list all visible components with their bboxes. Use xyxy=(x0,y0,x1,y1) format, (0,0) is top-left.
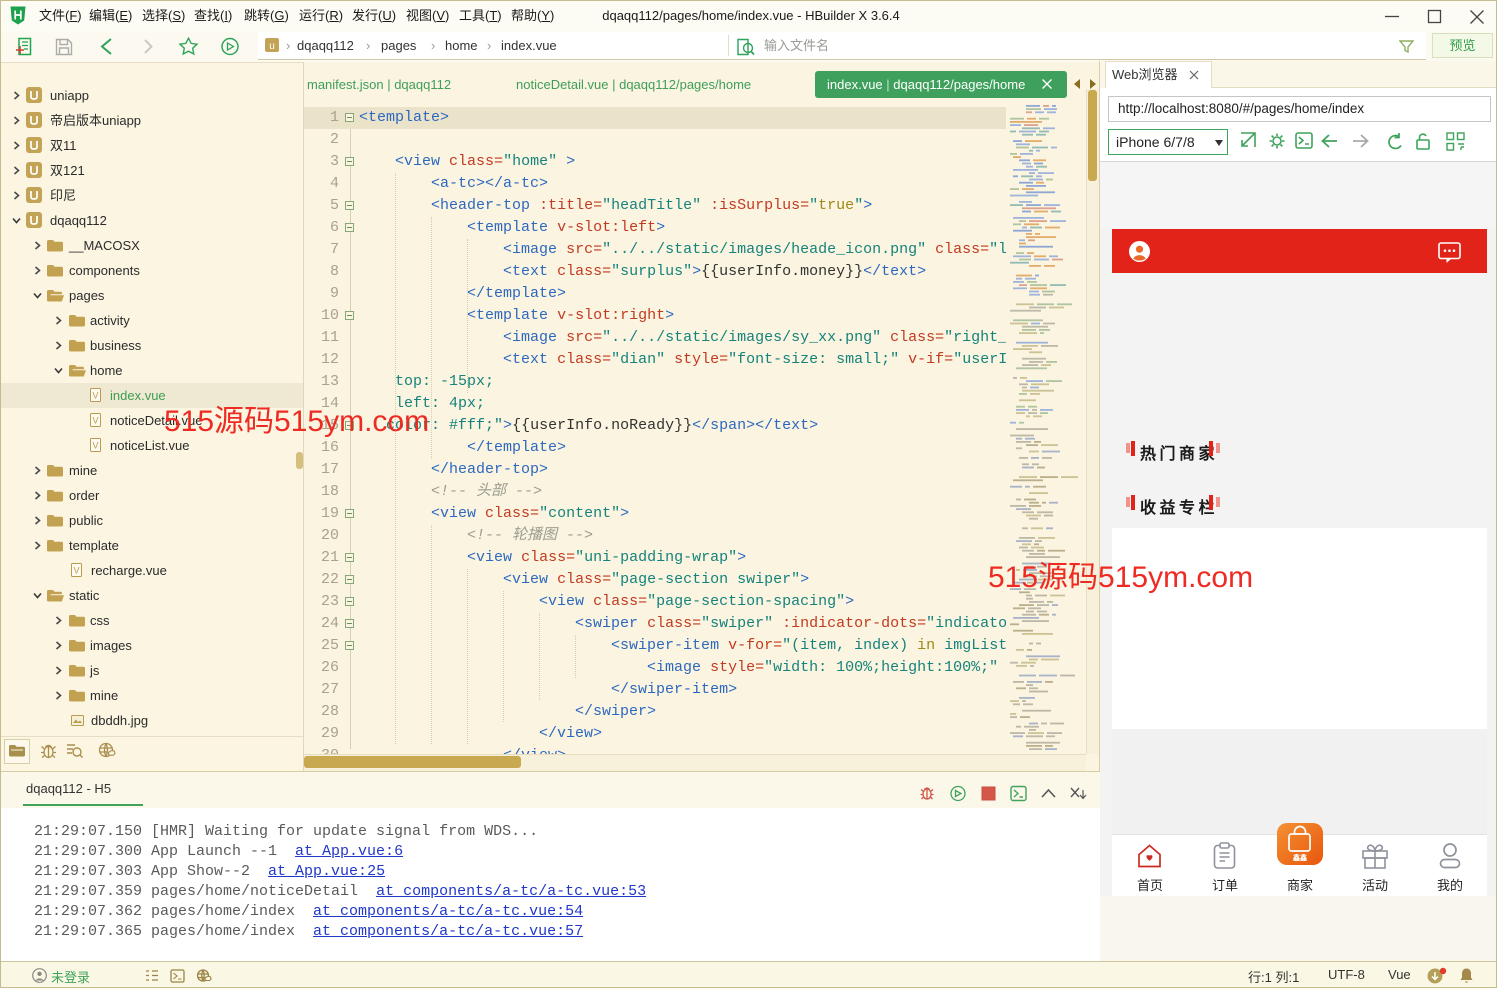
svg-text:鑫鑫: 鑫鑫 xyxy=(1292,853,1307,862)
svg-text:V: V xyxy=(73,565,79,575)
svg-text:V: V xyxy=(92,390,98,400)
svg-text:u: u xyxy=(269,41,275,52)
svg-text:V: V xyxy=(92,440,98,450)
svg-text:V: V xyxy=(92,415,98,425)
